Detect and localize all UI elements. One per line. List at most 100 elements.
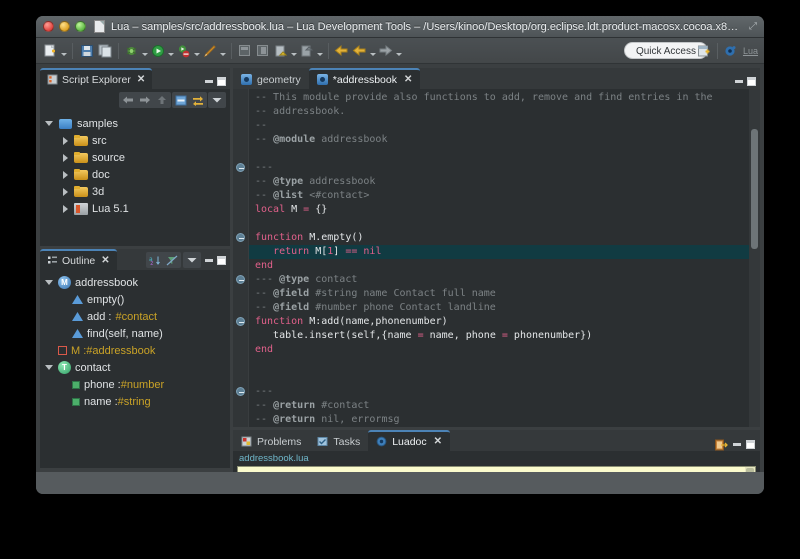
twisty-icon[interactable] [60,187,70,197]
maximize-icon[interactable] [746,76,757,87]
maximize-icon[interactable] [216,255,227,266]
tree-item-source[interactable]: source [44,149,230,166]
back-arrow-icon[interactable] [333,42,350,60]
outline-item-empty[interactable]: empty() [44,291,230,308]
outline-item-m[interactable]: M : #addressbook [44,342,230,359]
close-icon[interactable]: ✕ [101,255,109,266]
folding-gutter[interactable] [233,89,249,427]
outline-item-addressbook[interactable]: M addressbook [44,274,230,291]
pencil-icon[interactable] [201,42,218,60]
code-line[interactable]: -- addressbook. [249,105,760,119]
up-arrow-icon[interactable] [154,93,170,107]
resize-icon[interactable]: ⤢ [749,21,757,32]
code-line[interactable]: -- [249,119,760,133]
minimize-icon[interactable] [731,439,742,450]
code-line[interactable]: -- @type addressbook [249,175,760,189]
scrollbar-thumb[interactable] [751,129,758,249]
twisty-icon[interactable] [60,204,70,214]
save-icon[interactable] [78,42,95,60]
outline-item-contact[interactable]: T contact [44,359,230,376]
collapse-all-icon[interactable] [173,93,189,107]
code-line[interactable] [249,371,760,385]
link-editor-icon[interactable] [190,93,206,107]
minimize-window-button[interactable] [59,21,70,32]
tab-addressbook[interactable]: *addressbook ✕ [308,68,421,89]
tab-outline[interactable]: Outline ✕ [40,249,117,270]
tab-geometry[interactable]: geometry [233,68,309,89]
minimize-icon[interactable] [733,76,744,87]
editor-vertical-scrollbar[interactable] [749,89,760,427]
code-line[interactable]: function M.empty() [249,231,760,245]
grey-arrow-icon[interactable] [377,42,394,60]
code-line[interactable]: --- @type contact [249,273,760,287]
outline-item-add[interactable]: add : #contact [44,308,230,325]
code-line[interactable]: -- @return nil, errormsg [249,413,760,427]
debug-icon[interactable] [123,42,140,60]
outline-item-phone[interactable]: phone : #number [44,376,230,393]
tree-item-lua51[interactable]: Lua 5.1 [44,200,230,217]
close-window-button[interactable] [43,21,54,32]
code-line[interactable]: end [249,343,760,357]
new-file-dropdown[interactable] [60,42,67,60]
forward-arrow-icon[interactable] [351,42,368,60]
tab-script-explorer[interactable]: Script Explorer ✕ [40,68,153,89]
fold-toggle-icon[interactable] [236,317,245,326]
tab-tasks[interactable]: Tasks [309,430,368,451]
close-icon[interactable]: ✕ [404,74,412,85]
save-all-icon[interactable] [96,42,113,60]
back-arrow-icon[interactable] [120,93,136,107]
tab-luadoc[interactable]: Luadoc ✕ [368,430,451,451]
code-line[interactable]: return M[1] == nil [249,245,760,259]
grey-arrow-dropdown[interactable] [395,42,402,60]
forward-arrow-icon[interactable] [137,93,153,107]
twisty-icon[interactable] [60,136,70,146]
outline-item-name[interactable]: name : #string [44,393,230,410]
annotation-prev-dropdown[interactable] [316,42,323,60]
tree-item-src[interactable]: src [44,132,230,149]
tab-problems[interactable]: Problems [233,430,309,451]
zoom-window-button[interactable] [75,21,86,32]
tree-item-doc[interactable]: doc [44,166,230,183]
code-line[interactable]: function M:add(name,phonenumber) [249,315,760,329]
fold-toggle-icon[interactable] [236,387,245,396]
run-external-dropdown[interactable] [193,42,200,60]
minimize-icon[interactable] [203,76,214,87]
twisty-icon[interactable] [60,170,70,180]
filter-icon[interactable] [164,253,180,267]
minimize-icon[interactable] [203,255,214,266]
code-line[interactable]: local M = {} [249,203,760,217]
breadcrumb[interactable]: addressbook.lua [233,451,760,466]
fold-toggle-icon[interactable] [236,163,245,172]
code-line[interactable]: -- @list <#contact> [249,189,760,203]
debug-dropdown[interactable] [141,42,148,60]
chevron-down-icon[interactable] [209,93,225,107]
twisty-icon[interactable] [44,119,54,129]
code-line[interactable]: -- @field #string name Contact full name [249,287,760,301]
code-line[interactable]: end [249,259,760,273]
tree-item-samples[interactable]: samples [44,115,230,132]
annotation-next-dropdown[interactable] [290,42,297,60]
code-line[interactable]: --- [249,161,760,175]
code-line[interactable] [249,217,760,231]
run-dropdown[interactable] [167,42,174,60]
code-line[interactable]: -- @module addressbook [249,133,760,147]
close-icon[interactable]: ✕ [434,436,442,447]
annotation-prev-icon[interactable] [298,42,315,60]
twisty-icon[interactable] [60,153,70,163]
panel-icon[interactable] [236,42,253,60]
code-line[interactable]: -- @field #number phone Contact landline [249,301,760,315]
code-line[interactable] [249,147,760,161]
maximize-icon[interactable] [216,76,227,87]
sort-icon[interactable]: a z [147,253,163,267]
run-external-icon[interactable] [175,42,192,60]
perspective-label[interactable]: Lua [743,46,758,56]
maximize-icon[interactable] [745,439,756,450]
code-line[interactable]: -- This module provide also functions to… [249,91,760,105]
annotation-next-icon[interactable] [272,42,289,60]
nav-dropdown[interactable] [369,42,376,60]
tree-item-3d[interactable]: 3d [44,183,230,200]
chevron-down-icon[interactable] [184,253,200,267]
twisty-icon[interactable] [44,278,54,288]
code-line[interactable]: -- @return #contact [249,399,760,413]
code-line[interactable]: --- [249,385,760,399]
